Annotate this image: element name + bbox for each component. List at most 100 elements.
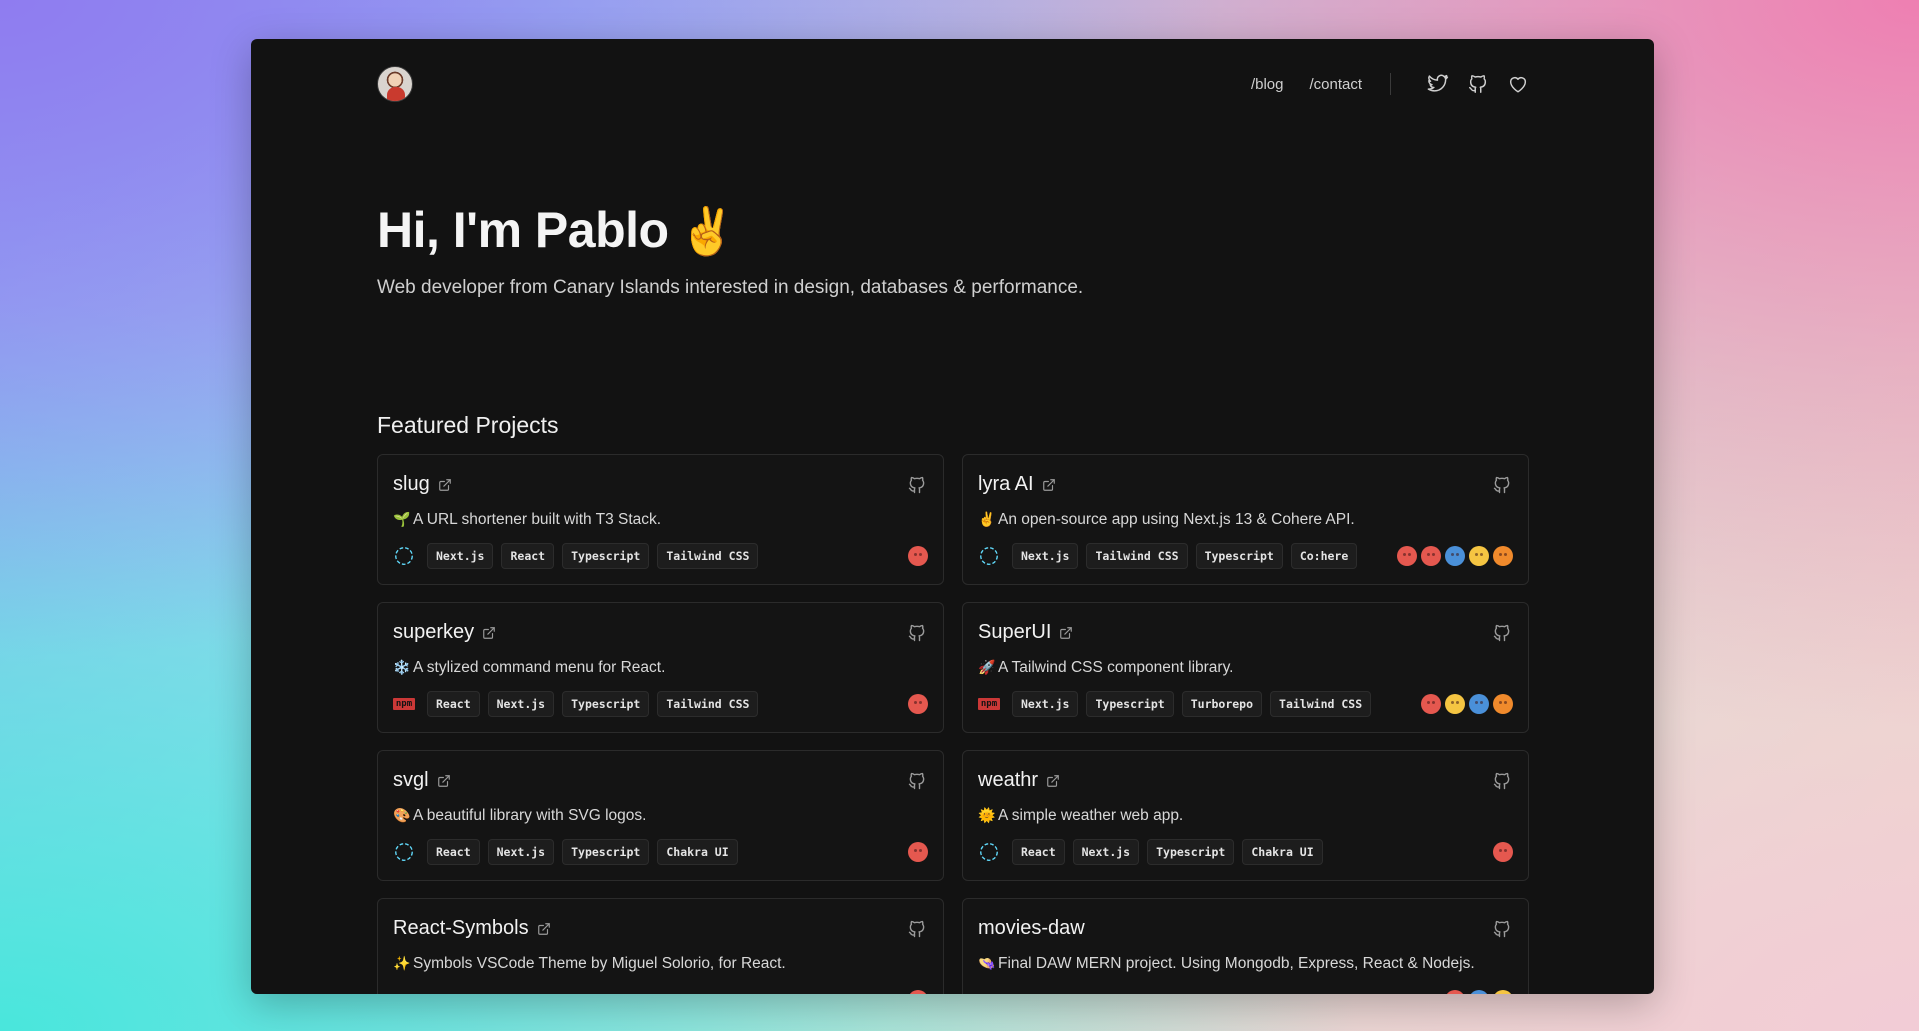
contributor-avatar[interactable] [1421, 694, 1441, 714]
project-card[interactable]: React-Symbols ✨ Symbols VSCode Theme by Mi… [377, 898, 944, 994]
tech-tag: Typescript [562, 691, 650, 717]
tech-tags: Next.js React Typescript Tailwind CSS [393, 543, 766, 569]
tech-tag: Chakra UI [1242, 839, 1323, 865]
project-card[interactable]: weathr 🌞 A simple weather web app. React Nex… [962, 750, 1529, 881]
github-icon[interactable] [1492, 919, 1512, 939]
project-name[interactable]: SuperUI [978, 621, 1073, 644]
project-description: 👒 Final DAW MERN project. Using Mongodb, … [978, 955, 1475, 973]
project-name[interactable]: weathr [978, 769, 1060, 792]
github-icon[interactable] [907, 475, 927, 495]
contributor-avatar[interactable] [1469, 694, 1489, 714]
contributor-avatars [904, 842, 928, 862]
project-emoji: 🌱 [393, 511, 411, 527]
heart-icon[interactable] [1507, 73, 1529, 95]
tech-tags: npm React Next.js Typescript Tailwind CSS [392, 691, 766, 717]
tech-tag: Typescript [1195, 543, 1283, 569]
contributor-avatar[interactable] [1469, 546, 1489, 566]
contributor-avatars [1393, 546, 1513, 566]
github-icon[interactable] [907, 919, 927, 939]
external-link-icon[interactable] [1046, 774, 1060, 788]
nav-blog-link[interactable]: /blog [1251, 76, 1284, 93]
tech-tag: React [427, 839, 480, 865]
avatar[interactable] [377, 66, 413, 102]
github-icon[interactable] [1467, 73, 1489, 95]
tech-tag: Typescript [1086, 691, 1174, 717]
project-description: ✌️ An open-source app using Next.js 13 & … [978, 511, 1355, 529]
project-emoji: 🚀 [978, 659, 996, 675]
external-link-icon[interactable] [482, 626, 496, 640]
project-emoji: 🌞 [978, 807, 996, 823]
contributor-avatar[interactable] [908, 694, 928, 714]
contributor-avatar[interactable] [1469, 990, 1489, 994]
project-card[interactable]: superkey ❄️ A stylized command menu for Re… [377, 602, 944, 733]
project-name[interactable]: movies-daw [978, 917, 1085, 940]
tech-tag: React [1012, 839, 1065, 865]
contributor-avatars [1417, 694, 1513, 714]
project-name[interactable]: superkey [393, 621, 496, 644]
tech-tag: Turborepo [1181, 691, 1263, 717]
project-name-text: weathr [978, 769, 1039, 791]
tech-tag: React [427, 691, 480, 717]
project-card[interactable]: svgl 🎨 A beautiful library with SVG logos.… [377, 750, 944, 881]
github-icon[interactable] [1492, 475, 1512, 495]
project-emoji: ❄️ [393, 659, 411, 675]
external-link-icon[interactable] [537, 922, 551, 936]
contributor-avatar[interactable] [1493, 990, 1513, 994]
contributor-avatars [1441, 990, 1513, 994]
tech-tag: Next.js [487, 839, 555, 865]
github-icon[interactable] [1492, 623, 1512, 643]
project-name[interactable]: slug [393, 473, 452, 496]
tech-tag: Chakra UI [657, 839, 738, 865]
contributor-avatar[interactable] [1421, 546, 1441, 566]
github-icon[interactable] [907, 771, 927, 791]
contributor-avatar[interactable] [1445, 694, 1465, 714]
project-description-text: A beautiful library with SVG logos. [413, 807, 647, 824]
external-link-icon[interactable] [437, 774, 451, 788]
tech-tags: React Next.js Typescript Chakra UI [393, 839, 746, 865]
contributor-avatar[interactable] [1397, 546, 1417, 566]
project-description-text: A stylized command menu for React. [413, 659, 666, 676]
contributor-avatar[interactable] [1493, 546, 1513, 566]
project-name[interactable]: React-Symbols [393, 917, 551, 940]
contributor-avatar[interactable] [908, 990, 928, 994]
contributor-avatar[interactable] [908, 546, 928, 566]
project-description: ✨ Symbols VSCode Theme by Miguel Solorio,… [393, 955, 786, 973]
contributor-avatar[interactable] [1445, 990, 1465, 994]
project-emoji: ✌️ [978, 511, 996, 527]
hero-subtitle: Web developer from Canary Islands intere… [377, 277, 1084, 298]
hero-title-text: Hi, I'm Pablo [377, 202, 669, 258]
contributor-avatar[interactable] [1493, 842, 1513, 862]
browser-window: /blog /contact Hi, I'm Pablo ✌️ Web devel… [251, 39, 1654, 994]
github-icon[interactable] [907, 623, 927, 643]
project-name-text: lyra AI [978, 473, 1034, 495]
tech-tag: Tailwind CSS [1270, 691, 1372, 717]
contributor-avatar[interactable] [1445, 546, 1465, 566]
contributor-avatar[interactable] [1493, 694, 1513, 714]
react-icon [978, 547, 1000, 565]
tech-tag: Tailwind CSS [657, 543, 759, 569]
tech-tag: Next.js [427, 543, 494, 569]
project-name[interactable]: lyra AI [978, 473, 1056, 496]
npm-icon: npm [392, 695, 416, 713]
project-emoji: 👒 [978, 955, 996, 971]
nav-contact-link[interactable]: /contact [1309, 76, 1362, 93]
project-name[interactable]: svgl [393, 769, 451, 792]
project-card[interactable]: slug 🌱 A URL shortener built with T3 Stack… [377, 454, 944, 585]
contributor-avatars [904, 546, 928, 566]
project-card[interactable]: movies-daw 👒 Final DAW MERN project. Using… [962, 898, 1529, 994]
project-emoji: 🎨 [393, 807, 411, 823]
github-icon[interactable] [1492, 771, 1512, 791]
project-description: 🎨 A beautiful library with SVG logos. [393, 807, 646, 825]
external-link-icon[interactable] [1042, 478, 1056, 492]
tech-tags: React Next.js Typescript Chakra UI [978, 839, 1331, 865]
tech-tags: Next.js Tailwind CSS Typescript Co:here [978, 543, 1365, 569]
project-card[interactable]: lyra AI ✌️ An open-source app using Next.j… [962, 454, 1529, 585]
section-title: Featured Projects [377, 412, 559, 438]
external-link-icon[interactable] [1059, 626, 1073, 640]
contributor-avatar[interactable] [908, 842, 928, 862]
project-card[interactable]: SuperUI 🚀 A Tailwind CSS component library… [962, 602, 1529, 733]
tech-tag: Next.js [487, 691, 555, 717]
external-link-icon[interactable] [438, 478, 452, 492]
twitter-icon[interactable] [1427, 73, 1449, 95]
project-name-text: svgl [393, 769, 429, 791]
